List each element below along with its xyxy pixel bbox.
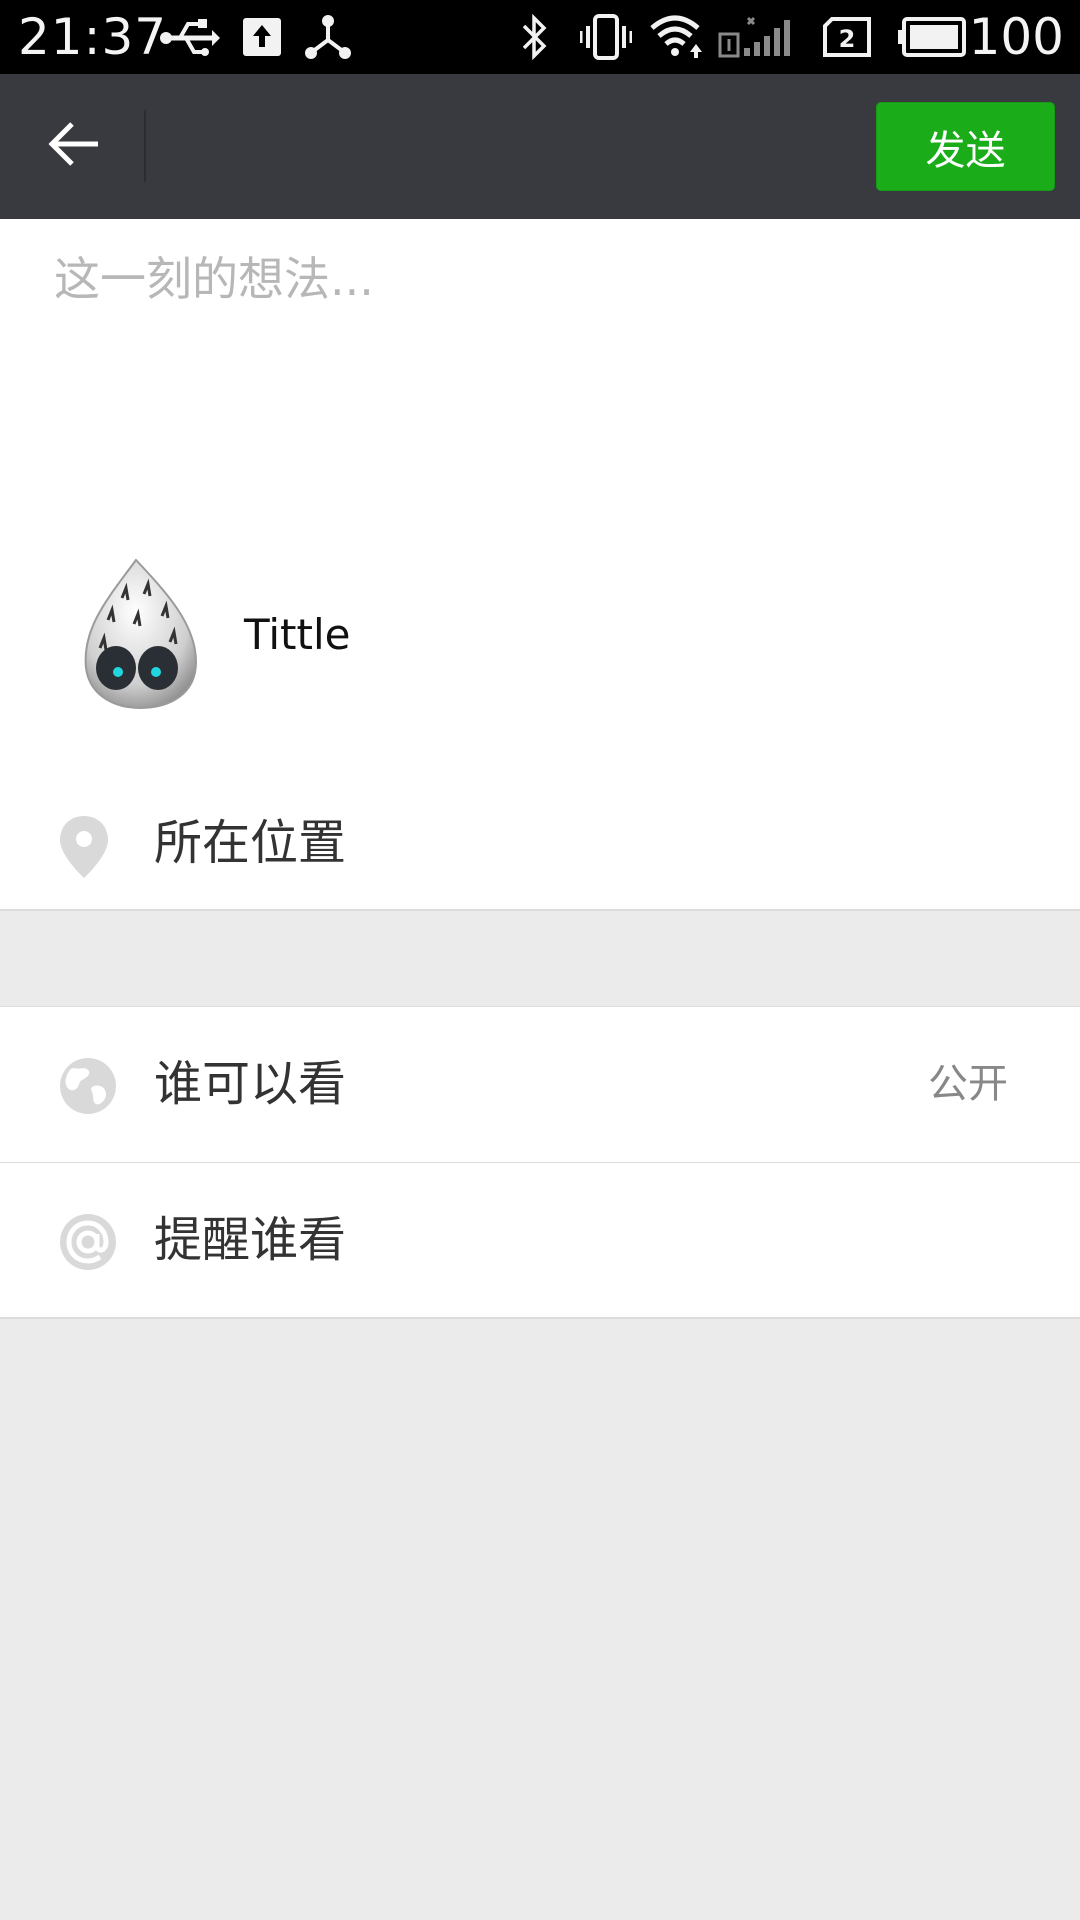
vibrate-icon	[579, 14, 633, 64]
wifi-icon	[650, 14, 704, 64]
send-button[interactable]: 发送	[876, 102, 1055, 191]
composer-panel: Tittle 所在位置	[0, 219, 1080, 910]
location-label: 所在位置	[154, 815, 347, 871]
visibility-value: 公开	[928, 1061, 1008, 1107]
status-bar: 21:37 2 100	[0, 0, 1080, 74]
back-button[interactable]	[34, 106, 114, 186]
globe-icon	[58, 1056, 118, 1116]
signal-icon	[718, 14, 800, 64]
upload-icon	[243, 18, 281, 60]
svg-text:2: 2	[839, 25, 856, 53]
mascot-icon	[70, 554, 210, 714]
battery-level: 100	[968, 8, 1064, 66]
status-time: 21:37	[18, 8, 168, 66]
header-divider	[144, 110, 146, 182]
composer-divider	[0, 909, 1080, 911]
location-row[interactable]: 所在位置	[0, 784, 1080, 909]
settings-item-mention[interactable]: 提醒谁看	[0, 1162, 1080, 1317]
visibility-label: 谁可以看	[154, 1056, 347, 1112]
location-pin-icon	[58, 814, 110, 884]
mention-label: 提醒谁看	[154, 1212, 347, 1268]
link-title: Tittle	[244, 609, 351, 659]
sim-icon: 2	[822, 16, 872, 62]
usb-icon	[158, 16, 220, 64]
header-bar: 发送	[0, 74, 1080, 219]
arrow-left-icon	[48, 121, 100, 171]
settings-list: 谁可以看 公开 提醒谁看	[0, 1006, 1080, 1319]
bluetooth-icon	[520, 13, 550, 64]
shared-link-card[interactable]: Tittle	[70, 549, 670, 719]
battery-icon	[898, 16, 968, 62]
post-text-input[interactable]	[54, 249, 1034, 399]
settings-item-visibility[interactable]: 谁可以看 公开	[0, 1007, 1080, 1162]
share-icon	[304, 14, 352, 64]
at-icon	[58, 1212, 118, 1272]
